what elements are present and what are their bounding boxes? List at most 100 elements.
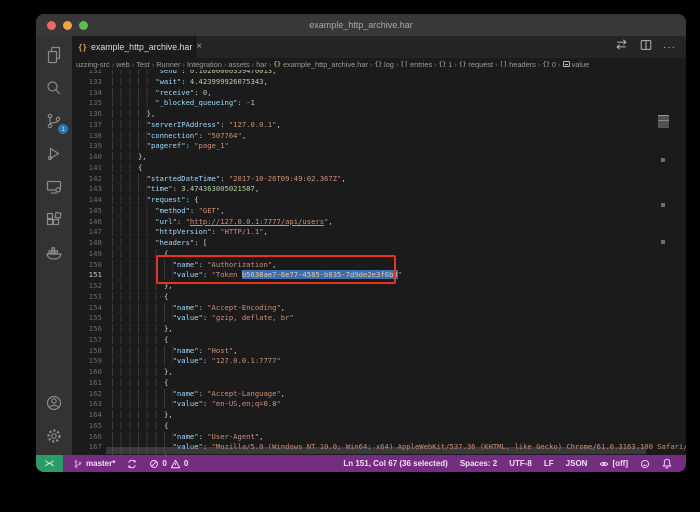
screencast-status[interactable]: [off] <box>599 459 628 469</box>
line-content: "startedDateTime": "2017-10-26T09:49:02.… <box>112 174 346 185</box>
breadcrumb-item[interactable]: value <box>563 60 590 69</box>
line-content: { <box>112 421 168 432</box>
indentation-status[interactable]: Spaces: 2 <box>460 459 497 468</box>
open-changes-icon[interactable] <box>614 37 629 57</box>
code-line[interactable]: 138 "connection": "507764", <box>72 131 686 142</box>
breadcrumb-separator: › <box>396 60 398 69</box>
breadcrumb-label: headers <box>509 60 536 69</box>
remote-indicator[interactable] <box>36 455 63 472</box>
code-line[interactable]: 154 "name": "Accept-Encoding", <box>72 303 686 314</box>
breadcrumb-item[interactable]: Integration <box>187 60 222 69</box>
tab-close-icon[interactable]: × <box>196 42 202 52</box>
code-line[interactable]: 134 "receive": 0, <box>72 88 686 99</box>
sync-status[interactable] <box>127 459 137 469</box>
language-mode-status[interactable]: JSON <box>566 459 588 468</box>
explorer-icon[interactable] <box>43 44 65 66</box>
account-icon[interactable] <box>43 392 65 414</box>
settings-gear-icon[interactable] <box>43 425 65 447</box>
code-line[interactable]: 147 "httpVersion": "HTTP/1.1", <box>72 227 686 238</box>
run-debug-icon[interactable] <box>43 143 65 165</box>
more-actions-icon[interactable]: ··· <box>663 42 676 53</box>
title-bar[interactable]: example_http_archive.har <box>36 14 686 36</box>
code-line[interactable]: 142 "startedDateTime": "2017-10-26T09:49… <box>72 174 686 185</box>
code-line[interactable]: 161 { <box>72 378 686 389</box>
search-icon[interactable] <box>43 77 65 99</box>
code-line[interactable]: 148 "headers": [ <box>72 238 686 249</box>
breadcrumb-item[interactable]: {}request <box>459 60 493 69</box>
breadcrumb-item[interactable]: web <box>116 60 130 69</box>
git-branch-status[interactable]: master* <box>73 459 115 469</box>
zoom-window-button[interactable] <box>79 21 88 30</box>
remote-explorer-icon[interactable] <box>43 176 65 198</box>
notifications-bell-icon[interactable] <box>662 458 672 469</box>
line-content: { <box>112 378 168 389</box>
source-control-icon[interactable]: 1 <box>43 110 65 132</box>
eol-status[interactable]: LF <box>544 459 554 468</box>
breadcrumb-item[interactable]: uzzing-src <box>76 60 110 69</box>
split-editor-icon[interactable] <box>639 38 653 57</box>
code-line[interactable]: 143 "time": 3.474363005021587, <box>72 184 686 195</box>
code-line[interactable]: 135 "_blocked_queueing": -1 <box>72 98 686 109</box>
code-line[interactable]: 146 "url": "http://127.0.0.1:7777/api/us… <box>72 217 686 228</box>
array-symbol-icon: [] <box>500 61 508 68</box>
code-line[interactable]: 136 }, <box>72 109 686 120</box>
problems-status[interactable]: 0 0 <box>149 459 188 469</box>
code-line[interactable]: 144 "request": { <box>72 195 686 206</box>
feedback-icon[interactable] <box>640 459 650 469</box>
vertical-scrollbar-thumb[interactable] <box>658 115 669 128</box>
code-line[interactable]: 141 { <box>72 163 686 174</box>
close-window-button[interactable] <box>47 21 56 30</box>
code-line[interactable]: 164 }, <box>72 410 686 421</box>
vscode-window: example_http_archive.har 1 <box>36 14 686 472</box>
breadcrumb-item[interactable]: []headers <box>500 60 536 69</box>
json-file-icon: {} <box>273 61 281 68</box>
cursor-position-status[interactable]: Ln 151, Col 67 (36 selected) <box>343 459 448 468</box>
code-line[interactable]: 145 "method": "GET", <box>72 206 686 217</box>
breadcrumb-item[interactable]: {}0 <box>542 60 556 69</box>
horizontal-scrollbar-thumb[interactable] <box>106 447 646 454</box>
breadcrumb-item[interactable]: Test <box>136 60 150 69</box>
line-content: "time": 3.474363005021587, <box>112 184 259 195</box>
docker-icon[interactable] <box>43 242 65 264</box>
code-line[interactable]: 157 { <box>72 335 686 346</box>
code-line[interactable]: 155 "value": "gzip, deflate, br" <box>72 313 686 324</box>
breadcrumb-item[interactable]: {}example_http_archive.har <box>273 60 368 69</box>
breadcrumb-item[interactable]: Runner <box>156 60 180 69</box>
code-line[interactable]: 165 { <box>72 421 686 432</box>
line-number: 140 <box>72 152 106 163</box>
warning-icon <box>170 459 181 469</box>
window-title: example_http_archive.har <box>36 20 686 30</box>
encoding-status[interactable]: UTF-8 <box>509 459 532 468</box>
url-link[interactable]: http://127.0.0.1:7777/api/users <box>190 217 324 226</box>
editor-viewport[interactable]: 132 "send": 0.10200000359470013,133 "wai… <box>72 70 686 455</box>
breadcrumb-label: log <box>384 60 394 69</box>
line-content: }, <box>112 367 173 378</box>
breadcrumb-item[interactable]: []entries <box>400 60 432 69</box>
breadcrumb-item[interactable]: har <box>256 60 267 69</box>
breadcrumb-item[interactable]: assets <box>228 60 249 69</box>
line-content: "name": "Accept-Language", <box>112 389 285 400</box>
code-line[interactable]: 160 }, <box>72 367 686 378</box>
code-line[interactable]: 162 "name": "Accept-Language", <box>72 389 686 400</box>
code-line[interactable]: 156 }, <box>72 324 686 335</box>
breadcrumb-label: assets <box>228 60 249 69</box>
code-line[interactable]: 133 "wait": 4.423999926075343, <box>72 77 686 88</box>
line-content: "value": "127.0.0.1:7777" <box>112 356 281 367</box>
code-line[interactable]: 158 "name": "Host", <box>72 346 686 357</box>
minimize-window-button[interactable] <box>63 21 72 30</box>
code-line[interactable]: 137 "serverIPAddress": "127.0.0.1", <box>72 120 686 131</box>
line-content: "value": "gzip, deflate, br" <box>112 313 294 324</box>
tab-bar: {} example_http_archive.har × ··· <box>72 36 686 58</box>
extensions-icon[interactable] <box>43 209 65 231</box>
breadcrumb-item[interactable]: {}1 <box>439 60 453 69</box>
code-line[interactable]: 159 "value": "127.0.0.1:7777" <box>72 356 686 367</box>
code-line[interactable]: 166 "name": "User-Agent", <box>72 432 686 443</box>
code-line[interactable]: 153 { <box>72 292 686 303</box>
code-line[interactable]: 139 "pageref": "page_1" <box>72 141 686 152</box>
code-line[interactable]: 140 }, <box>72 152 686 163</box>
breadcrumb-item[interactable]: {}log <box>374 60 393 69</box>
string-symbol-icon <box>563 61 570 67</box>
code-line[interactable]: 132 "send": 0.10200000359470013, <box>72 70 686 77</box>
tab-example-http-archive[interactable]: {} example_http_archive.har × <box>72 36 196 58</box>
code-line[interactable]: 163 "value": "en-US,en;q=0.8" <box>72 399 686 410</box>
